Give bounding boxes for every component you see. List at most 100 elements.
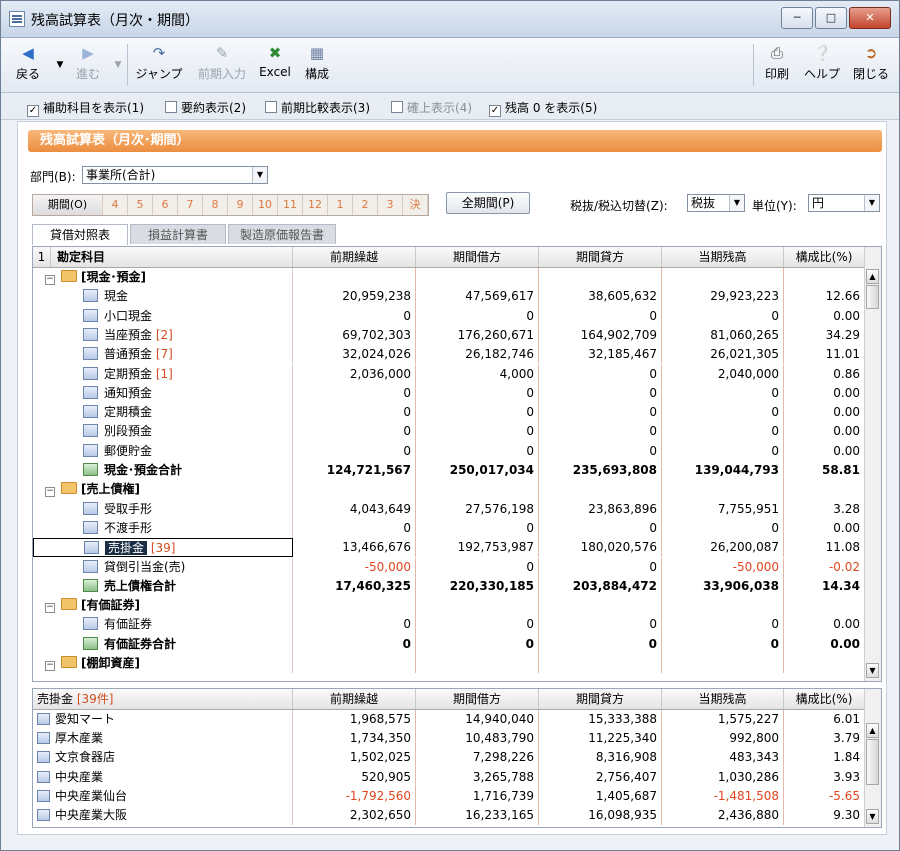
- account-name-cell[interactable]: 別段預金: [33, 422, 293, 442]
- table-row[interactable]: 当座預金 [2] 69,702,303 176,260,671 164,902,709…: [33, 325, 865, 346]
- table-row[interactable]: 郵便貯金 0 0 0 0 0.00: [33, 441, 865, 461]
- account-name-cell[interactable]: 現金･預金合計: [33, 461, 293, 481]
- table-row[interactable]: 別段預金 0 0 0 0 0.00: [33, 422, 865, 442]
- period-month-button[interactable]: 8: [203, 195, 228, 215]
- detail-title[interactable]: 売掛金 [39件]: [33, 689, 293, 709]
- minimize-button[interactable]: ─: [781, 7, 813, 29]
- account-name-cell[interactable]: 定期積金: [33, 403, 293, 423]
- collapse-icon[interactable]: −: [45, 661, 55, 671]
- table-row[interactable]: 受取手形 4,043,649 27,576,198 23,863,896 7,755,9…: [33, 499, 865, 519]
- collapse-icon[interactable]: −: [45, 487, 55, 498]
- account-name-cell[interactable]: 当座預金 [2]: [33, 325, 293, 346]
- account-name-cell[interactable]: 通知預金: [33, 383, 293, 404]
- account-name-cell[interactable]: 有価証券合計: [33, 634, 293, 654]
- account-name-cell[interactable]: 受取手形: [33, 499, 293, 519]
- period-month-button[interactable]: 決: [403, 195, 428, 215]
- prev-input-button[interactable]: ✎ 前期入力: [193, 42, 251, 88]
- period-month-button[interactable]: 3: [378, 195, 403, 215]
- account-name-cell[interactable]: 売上債権合計: [33, 576, 293, 597]
- forward-dropdown[interactable]: ▼: [109, 42, 123, 88]
- table-row[interactable]: 普通預金 [7] 32,024,026 26,182,746 32,185,467 26…: [33, 345, 865, 365]
- detail-grid-scrollbar[interactable]: ▲ ▼: [864, 689, 881, 827]
- header-account[interactable]: 勘定科目: [51, 247, 293, 267]
- detail-header-ratio[interactable]: 構成比(%): [784, 689, 865, 709]
- period-month-button[interactable]: 5: [128, 195, 153, 215]
- period-month-button[interactable]: 12: [303, 195, 328, 215]
- list-item[interactable]: 中央産業 520,905 3,265,788 2,756,407 1,030,286 3.…: [33, 767, 865, 787]
- account-name-cell[interactable]: 不渡手形: [33, 518, 293, 539]
- period-month-button[interactable]: 11: [278, 195, 303, 215]
- account-name-cell[interactable]: − [有価証券]: [33, 596, 293, 616]
- scroll-thumb[interactable]: [866, 285, 879, 309]
- table-row[interactable]: 小口現金 0 0 0 0 0.00: [33, 306, 865, 326]
- group-row[interactable]: − [有価証券]: [33, 596, 865, 616]
- header-prev-balance[interactable]: 前期繰越: [293, 247, 416, 267]
- account-name-cell[interactable]: − [売上債権]: [33, 480, 293, 500]
- account-name-cell[interactable]: 普通預金 [7]: [33, 345, 293, 365]
- forward-button[interactable]: ▶ 進む: [71, 42, 105, 88]
- period-month-button[interactable]: 9: [228, 195, 253, 215]
- header-balance[interactable]: 当期残高: [662, 247, 784, 267]
- table-row[interactable]: 定期積金 0 0 0 0 0.00: [33, 403, 865, 423]
- collapse-icon[interactable]: −: [45, 275, 55, 285]
- checkbox-icon[interactable]: [165, 101, 177, 113]
- list-item[interactable]: 厚木産業 1,734,350 10,483,790 11,225,340 992,800…: [33, 729, 865, 749]
- account-name-cell[interactable]: 有価証券: [33, 615, 293, 635]
- list-item[interactable]: 中央産業仙台 -1,792,560 1,716,739 1,405,687 -1,481…: [33, 786, 865, 806]
- checkbox-icon[interactable]: [391, 101, 403, 113]
- close-window-button[interactable]: ✕: [849, 7, 891, 29]
- account-name-cell[interactable]: 貸倒引当金(売): [33, 557, 293, 577]
- close-button[interactable]: ➲ 閉じる: [849, 42, 893, 88]
- scroll-up-icon[interactable]: ▲: [866, 723, 879, 738]
- customer-name-cell[interactable]: 中央産業仙台: [33, 786, 293, 806]
- checkbox-checked-icon[interactable]: ✓: [489, 105, 501, 117]
- header-ratio[interactable]: 構成比(%): [784, 247, 865, 267]
- account-name-cell[interactable]: − [棚卸資産]: [33, 654, 293, 674]
- table-row[interactable]: 現金 20,959,238 47,569,617 38,605,632 29,923,2…: [33, 287, 865, 307]
- total-row[interactable]: 現金･預金合計 124,721,567 250,017,034 235,693,808…: [33, 461, 865, 481]
- table-row[interactable]: 貸倒引当金(売) -50,000 0 0 -50,000 -0.02: [33, 557, 865, 577]
- account-name-cell[interactable]: 現金: [33, 287, 293, 307]
- option-summary[interactable]: 要約表示(2): [165, 99, 246, 116]
- period-month-button[interactable]: 10: [253, 195, 278, 215]
- account-name-cell[interactable]: − [現金･預金]: [33, 268, 293, 288]
- customer-name-cell[interactable]: 中央産業: [33, 767, 293, 787]
- detail-header-credit[interactable]: 期間貸方: [539, 689, 662, 709]
- dept-select[interactable]: 事業所(合計) ▼: [82, 166, 268, 184]
- collapse-icon[interactable]: −: [45, 603, 55, 614]
- excel-button[interactable]: ✖ Excel: [255, 42, 295, 88]
- option-prev-compare[interactable]: 前期比較表示(3): [265, 99, 370, 116]
- customer-name-cell[interactable]: 中央産業大阪: [33, 806, 293, 826]
- checkbox-checked-icon[interactable]: ✓: [27, 105, 39, 117]
- table-row[interactable]: 定期預金 [1] 2,036,000 4,000 0 2,040,000 0.86: [33, 364, 865, 384]
- back-button[interactable]: ◀ 戻る: [11, 42, 45, 88]
- table-row[interactable]: 売掛金 [39] 13,466,676 192,753,987 180,020,576…: [33, 538, 865, 558]
- detail-header-prev-balance[interactable]: 前期繰越: [293, 689, 416, 709]
- list-item[interactable]: 愛知マート 1,968,575 14,940,040 15,333,388 1,575,…: [33, 710, 865, 730]
- scroll-down-icon[interactable]: ▼: [866, 663, 879, 678]
- scroll-down-icon[interactable]: ▼: [866, 809, 879, 824]
- unit-select[interactable]: 円 ▼: [808, 194, 880, 212]
- option-zero-balance[interactable]: ✓ 残高 0 を表示(5): [489, 99, 597, 117]
- option-show-sub-accounts[interactable]: ✓ 補助科目を表示(1): [27, 99, 144, 117]
- customer-name-cell[interactable]: 愛知マート: [33, 710, 293, 730]
- config-button[interactable]: ▦ 構成: [299, 42, 335, 88]
- all-period-button[interactable]: 全期間(P): [446, 192, 530, 214]
- tax-select[interactable]: 税抜 ▼: [687, 194, 745, 212]
- period-month-button[interactable]: 2: [353, 195, 378, 215]
- group-row[interactable]: − [棚卸資産]: [33, 654, 865, 674]
- period-month-button[interactable]: 6: [153, 195, 178, 215]
- period-month-button[interactable]: 4: [103, 195, 128, 215]
- period-month-button[interactable]: 7: [178, 195, 203, 215]
- tab-income-statement[interactable]: 損益計算書: [130, 224, 226, 244]
- account-name-cell[interactable]: 売掛金 [39]: [33, 538, 293, 558]
- list-item[interactable]: 文京食器店 1,502,025 7,298,226 8,316,908 483,343 1…: [33, 748, 865, 768]
- scroll-thumb[interactable]: [866, 739, 879, 785]
- print-button[interactable]: ⎙ 印刷: [759, 42, 795, 88]
- header-debit[interactable]: 期間借方: [416, 247, 539, 267]
- tab-manufacturing-cost[interactable]: 製造原価報告書: [228, 224, 336, 244]
- group-row[interactable]: − [現金･預金]: [33, 268, 865, 288]
- header-credit[interactable]: 期間貸方: [539, 247, 662, 267]
- list-item[interactable]: 中央産業大阪 2,302,650 16,233,165 16,098,935 2,436…: [33, 806, 865, 826]
- table-row[interactable]: 通知預金 0 0 0 0 0.00: [33, 383, 865, 404]
